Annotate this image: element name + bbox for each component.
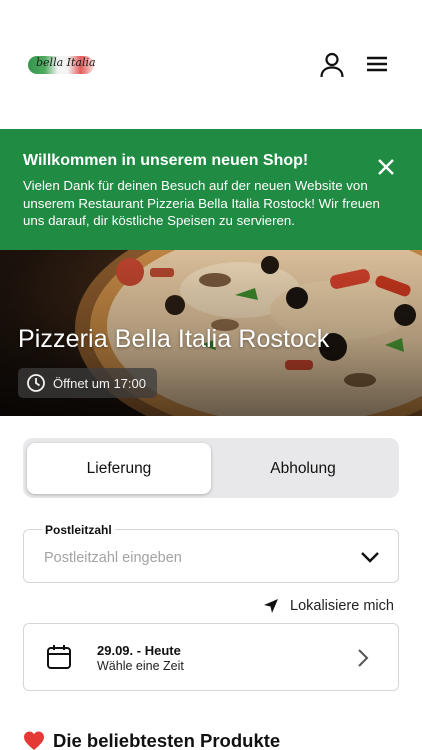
- date-time-picker[interactable]: 29.09. - Heute Wähle eine Zeit: [23, 623, 399, 691]
- heart-icon: [24, 731, 44, 750]
- zip-code-label: Postleitzahl: [42, 523, 115, 537]
- bella-italia-logo[interactable]: bella Italia: [28, 52, 96, 80]
- banner-close-button[interactable]: [373, 154, 399, 180]
- restaurant-name: Pizzeria Bella Italia Rostock: [18, 325, 330, 353]
- opening-hours-badge: Öffnet um 17:00: [18, 368, 157, 398]
- menu-button[interactable]: [364, 52, 390, 78]
- banner-title: Willkommen in unserem neuen Shop!: [23, 152, 309, 169]
- clock-icon: [27, 374, 45, 392]
- chevron-right-icon: [358, 649, 369, 667]
- logo-wordmark: bella Italia: [36, 56, 96, 69]
- zip-code-input[interactable]: [44, 550, 344, 566]
- hamburger-menu-icon: [367, 56, 387, 72]
- banner-text: Vielen Dank für deinen Besuch auf der ne…: [23, 178, 380, 228]
- account-button[interactable]: [318, 51, 346, 79]
- popular-products-title: Die beliebtesten Produkte: [53, 730, 281, 750]
- welcome-banner: Willkommen in unserem neuen Shop! Vielen…: [0, 129, 422, 250]
- opening-hours-text: Öffnet um 17:00: [53, 375, 146, 391]
- zip-code-select[interactable]: [23, 529, 399, 583]
- chevron-down-icon: [361, 552, 379, 563]
- close-icon: [378, 159, 394, 175]
- locate-me-label: Lokalisiere mich: [290, 598, 394, 614]
- user-icon: [320, 52, 344, 78]
- app-header: bella Italia: [0, 0, 422, 129]
- hero-image: Pizzeria Bella Italia Rostock Öffnet um …: [0, 250, 422, 416]
- selected-date: 29.09. - Heute: [97, 643, 181, 658]
- choose-time-label: Wähle eine Zeit: [97, 659, 184, 673]
- location-arrow-icon: [264, 599, 278, 613]
- calendar-icon: [47, 645, 71, 669]
- tab-pickup[interactable]: Abholung: [211, 443, 395, 494]
- popular-products-heading: Die beliebtesten Produkte: [23, 730, 280, 750]
- order-mode-switch: Lieferung Abholung: [23, 438, 399, 498]
- locate-me-button[interactable]: Lokalisiere mich: [263, 598, 394, 614]
- tab-delivery[interactable]: Lieferung: [27, 443, 211, 494]
